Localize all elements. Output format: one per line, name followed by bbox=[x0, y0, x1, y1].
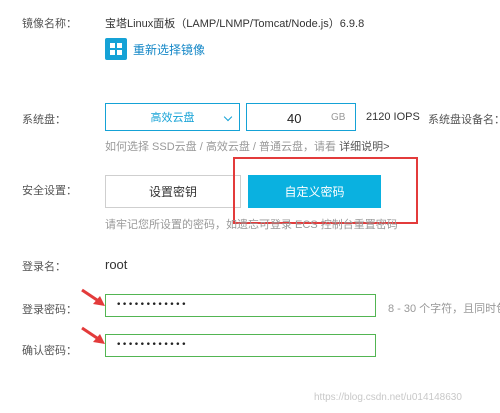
red-arrow-icon bbox=[81, 326, 105, 344]
image-label: 镜像名称： bbox=[22, 18, 77, 30]
login-name-value: root bbox=[105, 257, 128, 272]
password-label: 登录密码： bbox=[22, 304, 77, 316]
confirm-password-input[interactable]: •••••••••••• bbox=[105, 334, 376, 357]
watermark: https://blog.csdn.net/u014148630 bbox=[314, 392, 462, 403]
reselect-image-label: 重新选择镜像 bbox=[133, 42, 206, 57]
disk-iops: 2120 IOPS bbox=[366, 111, 420, 123]
login-name-label: 登录名： bbox=[22, 261, 66, 273]
disk-size-value: 40 bbox=[287, 111, 302, 126]
image-name: 宝塔Linux面板（LAMP/LNMP/Tomcat/Node.js）6.9.8 bbox=[105, 18, 365, 30]
password-value: •••••••••••• bbox=[116, 300, 188, 310]
custom-password-button[interactable]: 自定义密码 bbox=[248, 175, 381, 208]
disk-type-value: 高效云盘 bbox=[150, 112, 195, 124]
disk-type-select[interactable]: 高效云盘 bbox=[105, 103, 240, 131]
password-hint: 8 - 30 个字符，且同时包 bbox=[388, 303, 500, 315]
reselect-image-button[interactable]: 重新选择镜像 bbox=[105, 38, 205, 60]
disk-help: 如何选择 SSD云盘 / 高效云盘 / 普通云盘，请看 详细说明> bbox=[105, 138, 390, 154]
disk-help-text: 如何选择 SSD云盘 / 高效云盘 / 普通云盘，请看 bbox=[105, 141, 337, 153]
chevron-down-icon bbox=[223, 112, 233, 122]
security-note: 请牢记您所设置的密码，如遗忘可登录 ECS 控制台重置密码 bbox=[105, 219, 398, 231]
disk-size-input[interactable]: 40 GB bbox=[246, 103, 356, 131]
security-label: 安全设置： bbox=[22, 185, 77, 197]
disk-size-unit: GB bbox=[331, 112, 346, 123]
disk-label: 系统盘： bbox=[22, 114, 66, 126]
disk-device-label: 系统盘设备名：/ bbox=[428, 114, 500, 126]
confirm-password-label: 确认密码： bbox=[22, 345, 77, 357]
disk-help-link[interactable]: 详细说明> bbox=[339, 141, 389, 153]
grid-icon bbox=[105, 38, 127, 60]
red-arrow-icon bbox=[81, 288, 105, 306]
password-input[interactable]: •••••••••••• bbox=[105, 294, 376, 317]
set-key-button[interactable]: 设置密钥 bbox=[105, 175, 241, 208]
confirm-password-value: •••••••••••• bbox=[116, 340, 188, 350]
